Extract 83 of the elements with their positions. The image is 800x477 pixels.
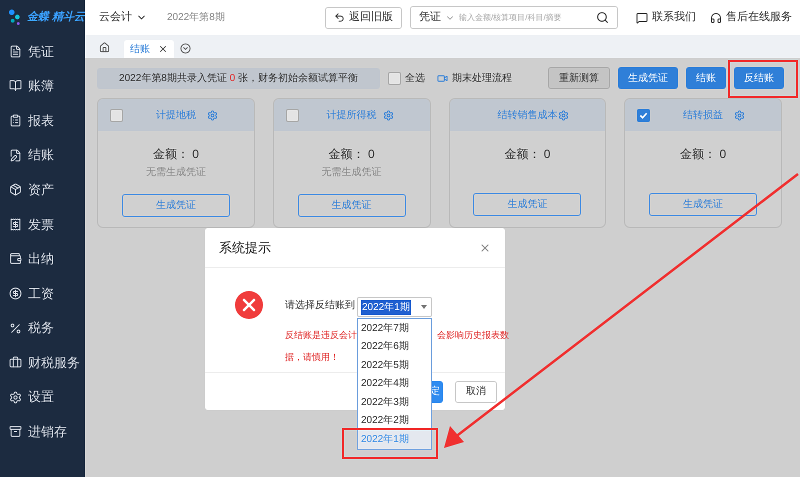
dropdown-option[interactable]: 2022年6期 xyxy=(358,338,431,356)
dropdown-option[interactable]: 2022年2期 xyxy=(358,412,431,430)
logo-text: 金蝶 精斗云 xyxy=(26,10,85,25)
more-tabs-icon[interactable] xyxy=(180,43,191,54)
package-icon xyxy=(9,183,22,196)
wallet-icon xyxy=(9,252,22,266)
document-icon xyxy=(9,44,22,58)
sidebar-item[interactable]: 工资 xyxy=(0,276,85,311)
archive-icon xyxy=(9,425,22,438)
sidebar-item[interactable]: 财税服务 xyxy=(0,345,85,380)
sidebar-item[interactable]: 账簿 xyxy=(0,68,85,104)
sidebar-item[interactable]: 税务 xyxy=(0,310,85,346)
search-field[interactable]: 凭证 输入金额/核算项目/科目/摘要 xyxy=(410,6,618,29)
coin-icon xyxy=(9,286,22,300)
sidebar-item[interactable]: 出纳 xyxy=(0,242,85,276)
warning-text: 会影响历史报表数 xyxy=(437,329,509,342)
sidebar-item[interactable]: 资产 xyxy=(0,172,85,207)
settings-icon[interactable] xyxy=(382,110,394,120)
card-title: 计提地税 xyxy=(156,108,196,122)
caret-icon xyxy=(421,305,427,309)
tab[interactable]: 结账 xyxy=(124,40,174,58)
amount-text: 金额： 0 xyxy=(503,146,552,163)
home-icon[interactable] xyxy=(99,42,110,53)
card-title: 结转销售成本 xyxy=(497,108,558,122)
action-button[interactable]: 结账 xyxy=(686,67,726,89)
action-button[interactable]: 反结账 xyxy=(734,67,784,89)
settings-icon[interactable] xyxy=(734,110,745,120)
search-input[interactable]: 输入金额/核算项目/科目/摘要 xyxy=(459,12,592,24)
card-note: 无需生成凭证 xyxy=(144,166,207,180)
error-icon xyxy=(235,291,263,319)
sidebar-item[interactable]: 发票 xyxy=(0,206,85,242)
dialog-title: 系统提示 xyxy=(219,238,271,257)
pen-icon xyxy=(9,148,22,162)
search-category[interactable]: 凭证 xyxy=(419,9,455,26)
sidebar-item[interactable]: 报表 xyxy=(0,103,85,138)
period-select[interactable]: 2022年1期 xyxy=(357,297,432,317)
contact-link[interactable]: 联系我们 xyxy=(636,9,696,26)
sidebar-item[interactable]: 凭证 xyxy=(0,34,85,69)
checkbox[interactable] xyxy=(637,108,650,122)
checkbox[interactable] xyxy=(110,108,123,122)
percent-icon xyxy=(9,322,22,335)
warning-text: 据，请慎用！ xyxy=(285,350,340,364)
amount-text: 金额： 0 xyxy=(679,146,728,163)
back-button[interactable]: 返回旧版 xyxy=(325,6,402,28)
card-title: 计提所得税 xyxy=(326,108,377,122)
dropdown-option[interactable]: 2022年7期 xyxy=(358,319,431,338)
cancel-button[interactable]: 取消 xyxy=(455,380,497,402)
highlight-frame xyxy=(728,60,798,98)
video-icon xyxy=(437,72,448,84)
sidebar-item[interactable]: 进销存 xyxy=(0,414,85,450)
card-note: 无需生成凭证 xyxy=(320,166,383,180)
sidebar-item[interactable]: 结账 xyxy=(0,138,85,172)
briefcase-icon xyxy=(9,356,22,370)
settings-icon[interactable] xyxy=(558,110,570,120)
notice-text: 2022年第8期共录入凭证 0 张，财务初始余额试算平衡 xyxy=(119,72,358,86)
settings-icon xyxy=(9,390,22,404)
settings-icon[interactable] xyxy=(206,110,218,120)
period-label: 2022年第8期 xyxy=(167,10,225,25)
action-button[interactable]: 重新测算 xyxy=(548,67,610,89)
book-icon xyxy=(9,79,22,92)
chat-icon xyxy=(636,12,648,24)
headset-icon xyxy=(710,12,722,24)
checkbox[interactable] xyxy=(286,108,299,122)
close-icon[interactable] xyxy=(158,44,168,54)
warning-text: 反结账是违反会计 xyxy=(285,329,357,342)
select-label: 请选择反结账到 xyxy=(285,298,355,312)
dropdown-option[interactable]: 2022年4期 xyxy=(358,374,431,393)
flow-link[interactable]: 期末处理流程 xyxy=(437,70,512,86)
sidebar-item[interactable]: 设置 xyxy=(0,380,85,415)
amount-text: 金额： 0 xyxy=(152,146,200,163)
dropdown-option[interactable]: 2022年3期 xyxy=(358,393,431,412)
app-switcher[interactable]: 云会计 xyxy=(99,9,147,26)
service-link[interactable]: 售后在线服务 xyxy=(710,9,792,26)
amount-text: 金额： 0 xyxy=(328,146,376,163)
receipt-icon xyxy=(9,218,22,231)
checkbox[interactable] xyxy=(388,72,401,84)
dropdown-option[interactable]: 2022年5期 xyxy=(358,356,431,374)
action-button[interactable]: 生成凭证 xyxy=(618,67,678,89)
select-all-label: 全选 xyxy=(405,72,425,86)
card-title: 结转损益 xyxy=(683,108,724,122)
list-icon xyxy=(9,114,22,127)
undo-icon xyxy=(334,12,345,23)
search-icon xyxy=(596,11,609,24)
